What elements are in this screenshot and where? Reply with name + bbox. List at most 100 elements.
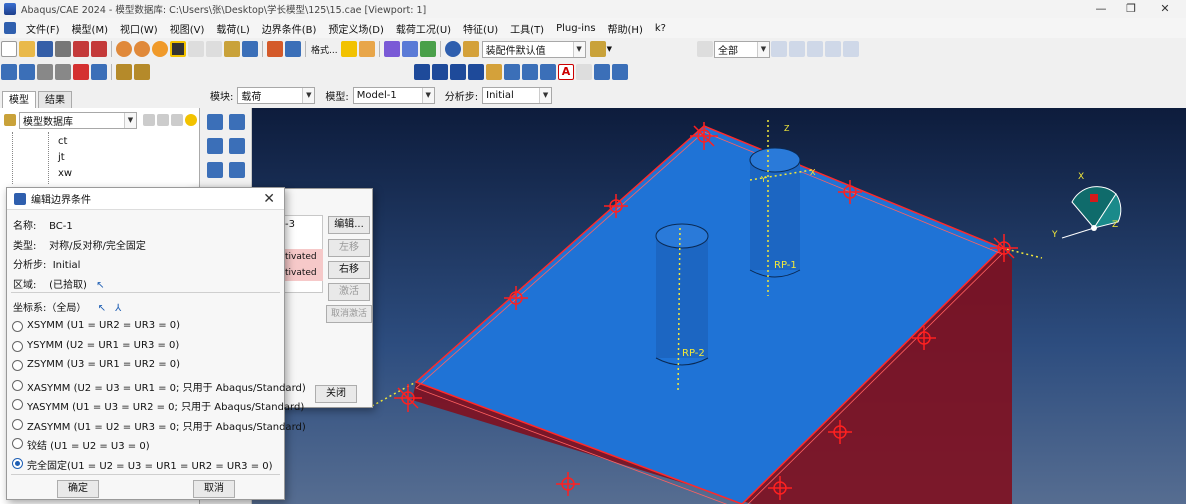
tab-results[interactable]: 结果 [38, 91, 72, 108]
bc-option-label[interactable]: ZSYMM (U3 = UR1 = UR2 = 0) [27, 359, 180, 370]
info-icon[interactable] [444, 41, 461, 57]
select-option-icon[interactable] [770, 41, 787, 57]
ruler-icon[interactable] [134, 63, 150, 80]
view-toolbar-icon[interactable] [450, 63, 466, 80]
bc-option-label[interactable]: YSYMM (U2 = UR1 = UR3 = 0) [27, 340, 179, 351]
move-right-button[interactable]: 右移 [328, 261, 370, 279]
cancel-button[interactable]: 取消 [193, 480, 235, 498]
menu-help[interactable]: 帮助(H) [602, 21, 649, 36]
select-arrow-icon[interactable] [170, 41, 186, 57]
undo-icon[interactable] [188, 41, 204, 57]
module-combo[interactable]: 载荷 ▼ [237, 86, 316, 104]
bc-option-radio[interactable] [12, 457, 23, 469]
bc-option-radio[interactable] [12, 379, 23, 391]
chevron-down-icon[interactable]: ▼ [607, 45, 612, 53]
save-icon[interactable] [37, 41, 53, 57]
zoom-box-icon[interactable] [55, 63, 71, 80]
mesh-icon[interactable] [116, 63, 132, 80]
close-window-button[interactable]: ✕ [1150, 0, 1180, 18]
legend-icon[interactable] [594, 63, 610, 80]
menu-feature[interactable]: 特征(U) [457, 21, 504, 36]
render-shaded-icon[interactable] [116, 41, 132, 57]
view-toolbar-icon[interactable] [432, 63, 448, 80]
deactivate-button[interactable]: 取消激活 [326, 305, 372, 323]
menu-predefined[interactable]: 预定义场(D) [322, 21, 390, 36]
cycle-views-icon[interactable] [91, 63, 107, 80]
view-icon[interactable] [224, 41, 240, 57]
new-file-icon[interactable] [1, 41, 17, 57]
view-toolbar-icon[interactable] [414, 63, 430, 80]
tree-item-xw[interactable]: xw [58, 168, 72, 179]
camera-icon[interactable] [486, 63, 502, 80]
back-view-icon[interactable] [419, 41, 436, 57]
create-load-icon[interactable] [207, 114, 223, 130]
app-menu-icon[interactable] [4, 22, 16, 34]
create-field-icon[interactable] [207, 162, 223, 178]
front-view-icon[interactable] [401, 41, 418, 57]
tree-collapse-icon[interactable] [171, 114, 183, 126]
tree-expand-icon[interactable] [157, 114, 169, 126]
move-left-button[interactable]: 左移 [328, 239, 370, 257]
print-icon[interactable] [55, 41, 71, 57]
bc-option-radio[interactable] [12, 360, 23, 371]
bc-manager-icon[interactable] [229, 138, 245, 154]
open-folder-icon[interactable] [19, 41, 35, 57]
bc-option-label[interactable]: 铰结 (U1 = U2 = U3 = 0) [27, 437, 150, 452]
menu-loadcase[interactable]: 载荷工况(U) [390, 21, 457, 36]
bc-option-label[interactable]: YASYMM (U1 = U3 = UR2 = 0; 只用于 Abaqus/St… [27, 398, 304, 413]
tree-item-jt[interactable]: jt [58, 152, 65, 163]
bc-manager-row[interactable]: tivated [283, 249, 323, 265]
bc-option-label[interactable]: ZASYMM (U1 = U2 = UR3 = 0; 只用于 Abaqus/St… [27, 418, 306, 433]
bc-manager-row[interactable]: -3 [285, 219, 295, 230]
menu-viewport[interactable]: 视口(W) [114, 21, 164, 36]
pointer-icon[interactable] [696, 41, 713, 57]
field-manager-icon[interactable] [229, 162, 245, 178]
cube-shaded-icon[interactable] [358, 41, 375, 57]
select-option-icon[interactable] [788, 41, 805, 57]
menu-model[interactable]: 模型(M) [66, 21, 114, 36]
pick-csys-icon[interactable]: ↖ [98, 303, 106, 314]
step-combo[interactable]: Initial ▼ [482, 86, 553, 104]
probe-icon[interactable] [540, 63, 556, 80]
state-icon[interactable] [612, 63, 628, 80]
tree-filter-icon[interactable] [143, 114, 155, 126]
table-icon[interactable] [285, 41, 301, 57]
box-select-icon[interactable] [806, 41, 823, 57]
text-annotation-icon[interactable]: A [558, 63, 574, 80]
polygon-select-icon[interactable] [842, 41, 859, 57]
menu-load[interactable]: 载荷(L) [210, 21, 255, 36]
csys-axes-icon[interactable]: ⅄ [115, 303, 121, 314]
cube-icon[interactable] [340, 41, 357, 57]
context-help-button[interactable]: k? [649, 23, 672, 34]
bc-option-label[interactable]: XSYMM (U1 = UR2 = UR3 = 0) [27, 320, 180, 331]
model-combo[interactable]: Model-1 ▼ [352, 86, 435, 104]
ok-button[interactable]: 确定 [57, 480, 99, 498]
sphere-icon[interactable] [152, 41, 168, 57]
bc-option-radio[interactable] [12, 418, 23, 430]
query-point-icon[interactable] [522, 63, 538, 80]
menu-bc[interactable]: 边界条件(B) [256, 21, 323, 36]
menu-tools[interactable]: 工具(T) [504, 21, 550, 36]
grid-table-icon[interactable] [242, 41, 258, 57]
menu-file[interactable]: 文件(F) [20, 21, 66, 36]
odb-icon[interactable] [91, 41, 107, 57]
minimize-button[interactable]: — [1086, 0, 1116, 18]
query-icon[interactable] [267, 41, 283, 57]
assembly-display-icon[interactable] [462, 41, 479, 57]
tree-item-ct[interactable]: ct [58, 136, 67, 147]
tab-model[interactable]: 模型 [2, 91, 36, 108]
color-code-icon[interactable] [589, 41, 606, 57]
lightbulb-icon[interactable] [185, 114, 197, 126]
mdb-icon[interactable] [73, 41, 89, 57]
auto-fit-icon[interactable] [73, 63, 89, 80]
bc-manager-row[interactable]: tivated [283, 265, 323, 281]
manager-close-button[interactable]: 关闭 [315, 385, 357, 403]
create-bc-icon[interactable] [207, 138, 223, 154]
bc-option-label[interactable]: XASYMM (U2 = U3 = UR1 = 0; 只用于 Abaqus/St… [27, 379, 306, 394]
load-manager-icon[interactable] [229, 114, 245, 130]
format-label[interactable]: 格式... [311, 43, 338, 56]
bc-option-radio[interactable] [12, 399, 23, 410]
pan-icon[interactable] [1, 63, 17, 80]
render-hidden-icon[interactable] [134, 41, 150, 57]
grid-icon[interactable] [504, 63, 520, 80]
